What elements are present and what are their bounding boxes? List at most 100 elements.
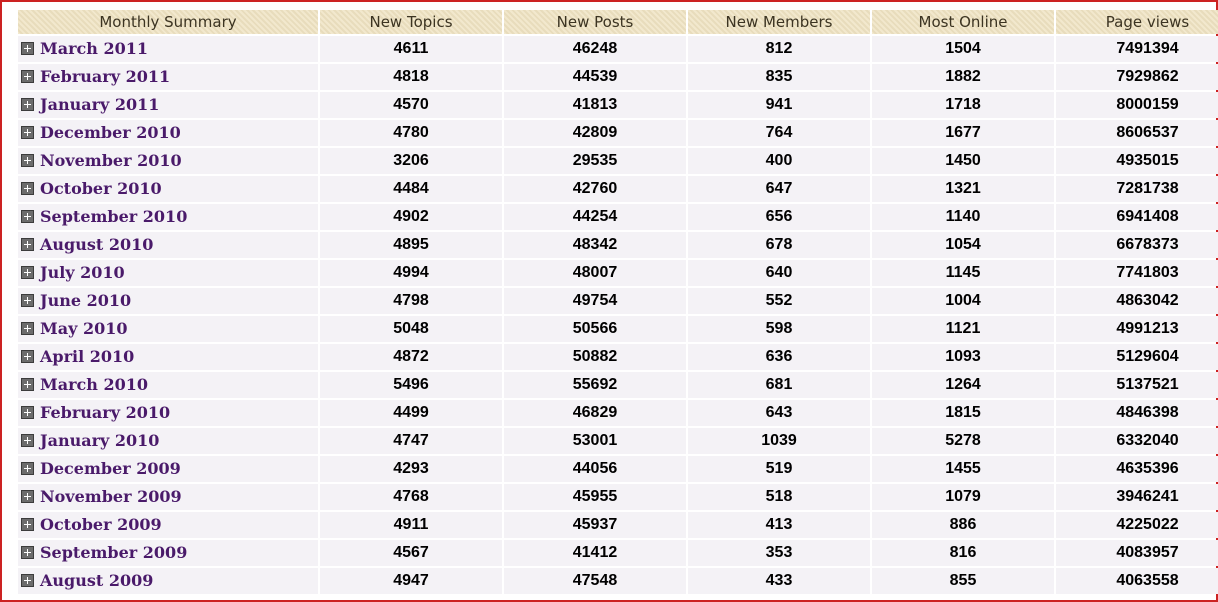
new-members-cell: 519	[688, 456, 870, 482]
page-views-cell: 4635396	[1056, 456, 1218, 482]
plus-square-icon[interactable]	[21, 434, 34, 447]
month-link[interactable]: July 2010	[40, 263, 125, 282]
month-link[interactable]: September 2009	[40, 543, 187, 562]
month-link[interactable]: May 2010	[40, 319, 127, 338]
page-views-cell: 7741803	[1056, 260, 1218, 286]
monthly-stats-table: Monthly Summary New Topics New Posts New…	[16, 8, 1218, 596]
plus-square-icon[interactable]	[21, 518, 34, 531]
month-link[interactable]: June 2010	[40, 291, 131, 310]
month-link[interactable]: September 2010	[40, 207, 187, 226]
table-header-row: Monthly Summary New Topics New Posts New…	[18, 10, 1218, 34]
month-link[interactable]: March 2010	[40, 375, 148, 394]
new-posts-cell: 50882	[504, 344, 686, 370]
month-cell: April 2010	[18, 344, 318, 370]
page-views-cell: 4063558	[1056, 568, 1218, 594]
plus-square-icon[interactable]	[21, 490, 34, 503]
month-link[interactable]: December 2009	[40, 459, 181, 478]
month-link[interactable]: October 2010	[40, 179, 162, 198]
new-topics-cell: 4798	[320, 288, 502, 314]
month-link[interactable]: January 2011	[40, 95, 159, 114]
page-views-cell: 4863042	[1056, 288, 1218, 314]
new-topics-cell: 4768	[320, 484, 502, 510]
page-views-cell: 5129604	[1056, 344, 1218, 370]
month-link[interactable]: February 2010	[40, 403, 170, 422]
plus-square-icon[interactable]	[21, 238, 34, 251]
month-link[interactable]: August 2010	[40, 235, 153, 254]
table-row: March 2010 5496 55692 681 1264 5137521	[18, 372, 1218, 398]
plus-square-icon[interactable]	[21, 70, 34, 83]
month-cell: June 2010	[18, 288, 318, 314]
plus-square-icon[interactable]	[21, 182, 34, 195]
month-cell: November 2010	[18, 148, 318, 174]
most-online-cell: 1264	[872, 372, 1054, 398]
plus-square-icon[interactable]	[21, 462, 34, 475]
month-link[interactable]: March 2011	[40, 39, 148, 58]
plus-square-icon[interactable]	[21, 294, 34, 307]
new-topics-cell: 5496	[320, 372, 502, 398]
new-posts-cell: 50566	[504, 316, 686, 342]
most-online-cell: 1450	[872, 148, 1054, 174]
plus-square-icon[interactable]	[21, 42, 34, 55]
plus-square-icon[interactable]	[21, 378, 34, 391]
plus-square-icon[interactable]	[21, 210, 34, 223]
plus-square-icon[interactable]	[21, 406, 34, 419]
most-online-cell: 1455	[872, 456, 1054, 482]
month-link[interactable]: December 2010	[40, 123, 181, 142]
plus-square-icon[interactable]	[21, 546, 34, 559]
new-members-cell: 518	[688, 484, 870, 510]
most-online-cell: 1054	[872, 232, 1054, 258]
month-cell: May 2010	[18, 316, 318, 342]
new-members-cell: 678	[688, 232, 870, 258]
month-link[interactable]: January 2010	[40, 431, 159, 450]
month-link[interactable]: November 2010	[40, 151, 182, 170]
month-link[interactable]: October 2009	[40, 515, 162, 534]
new-members-cell: 647	[688, 176, 870, 202]
header-page-views: Page views	[1056, 10, 1218, 34]
new-posts-cell: 42760	[504, 176, 686, 202]
page-views-cell: 3946241	[1056, 484, 1218, 510]
table-row: August 2010 4895 48342 678 1054 6678373	[18, 232, 1218, 258]
header-new-topics: New Topics	[320, 10, 502, 34]
table-row: November 2010 3206 29535 400 1450 4935015	[18, 148, 1218, 174]
new-topics-cell: 4780	[320, 120, 502, 146]
month-cell: November 2009	[18, 484, 318, 510]
new-members-cell: 681	[688, 372, 870, 398]
new-members-cell: 941	[688, 92, 870, 118]
month-cell: July 2010	[18, 260, 318, 286]
month-link[interactable]: April 2010	[40, 347, 134, 366]
new-posts-cell: 48342	[504, 232, 686, 258]
plus-square-icon[interactable]	[21, 322, 34, 335]
month-link[interactable]: February 2011	[40, 67, 170, 86]
new-members-cell: 835	[688, 64, 870, 90]
page-views-cell: 4225022	[1056, 512, 1218, 538]
plus-square-icon[interactable]	[21, 154, 34, 167]
table-row: February 2011 4818 44539 835 1882 7929862	[18, 64, 1218, 90]
most-online-cell: 1504	[872, 36, 1054, 62]
most-online-cell: 1321	[872, 176, 1054, 202]
new-members-cell: 552	[688, 288, 870, 314]
new-members-cell: 640	[688, 260, 870, 286]
table-row: December 2009 4293 44056 519 1455 4635396	[18, 456, 1218, 482]
new-members-cell: 812	[688, 36, 870, 62]
month-link[interactable]: November 2009	[40, 487, 182, 506]
plus-square-icon[interactable]	[21, 350, 34, 363]
most-online-cell: 5278	[872, 428, 1054, 454]
month-cell: February 2010	[18, 400, 318, 426]
most-online-cell: 1718	[872, 92, 1054, 118]
new-topics-cell: 4499	[320, 400, 502, 426]
page-views-cell: 4991213	[1056, 316, 1218, 342]
new-topics-cell: 4818	[320, 64, 502, 90]
table-row: August 2009 4947 47548 433 855 4063558	[18, 568, 1218, 594]
plus-square-icon[interactable]	[21, 574, 34, 587]
month-link[interactable]: August 2009	[40, 571, 153, 590]
plus-square-icon[interactable]	[21, 266, 34, 279]
table-row: October 2009 4911 45937 413 886 4225022	[18, 512, 1218, 538]
new-posts-cell: 41813	[504, 92, 686, 118]
plus-square-icon[interactable]	[21, 98, 34, 111]
page-views-cell: 5137521	[1056, 372, 1218, 398]
most-online-cell: 886	[872, 512, 1054, 538]
new-posts-cell: 29535	[504, 148, 686, 174]
new-posts-cell: 48007	[504, 260, 686, 286]
table-row: January 2011 4570 41813 941 1718 8000159	[18, 92, 1218, 118]
plus-square-icon[interactable]	[21, 126, 34, 139]
